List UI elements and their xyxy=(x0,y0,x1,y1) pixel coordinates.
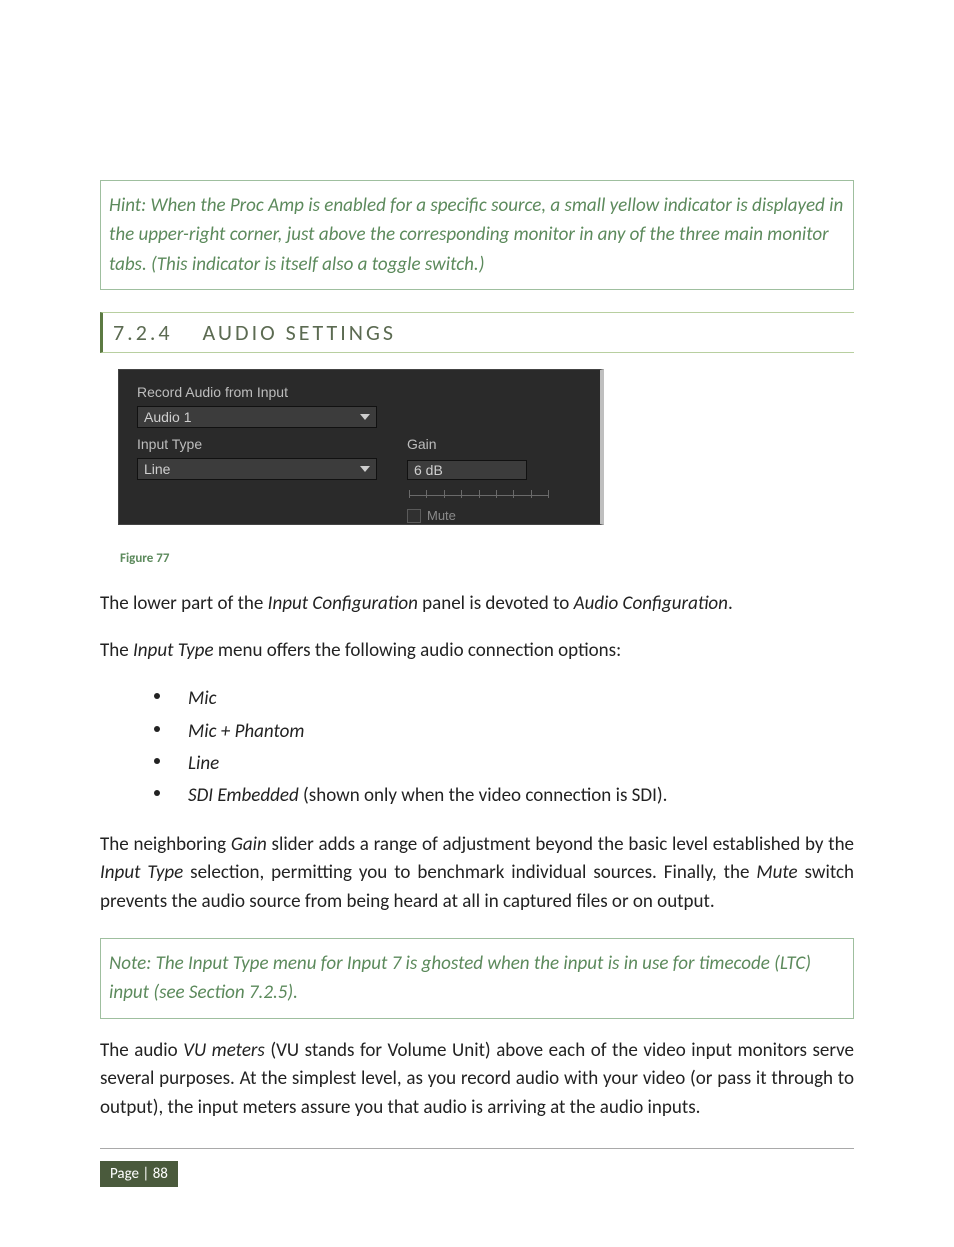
audio-select[interactable]: Audio 1 xyxy=(137,406,377,428)
audio-settings-panel: Record Audio from Input Audio 1 Input Ty… xyxy=(118,369,604,525)
para-vu-meters: The audio VU meters (VU stands for Volum… xyxy=(100,1037,854,1123)
input-type-select[interactable]: Line xyxy=(137,458,377,480)
chevron-down-icon xyxy=(360,466,370,472)
hint-box: Hint: When the Proc Amp is enabled for a… xyxy=(100,180,854,290)
para-input-config: The lower part of the Input Configuratio… xyxy=(100,590,854,619)
section-number: 7.2.4 xyxy=(113,319,173,346)
input-type-label: Input Type xyxy=(137,436,377,452)
input-type-value: Line xyxy=(144,461,170,477)
hint-text: Hint: When the Proc Amp is enabled for a… xyxy=(109,194,843,276)
options-list: Mic Mic + Phantom Line SDI Embedded (sho… xyxy=(100,683,854,812)
gain-value: 6 dB xyxy=(414,462,443,478)
chevron-down-icon xyxy=(360,414,370,420)
list-item: Line xyxy=(100,748,854,780)
panel-title: Record Audio from Input xyxy=(137,384,582,400)
figure-caption: Figure 77 xyxy=(120,551,854,566)
para-input-type: The Input Type menu offers the following… xyxy=(100,637,854,666)
page-number: Page | 88 xyxy=(100,1161,178,1187)
note-text: Note: The Input Type menu for Input 7 is… xyxy=(109,952,811,1004)
list-item: SDI Embedded (shown only when the video … xyxy=(100,780,854,812)
para-gain: The neighboring Gain slider adds a range… xyxy=(100,831,854,917)
list-item: Mic + Phantom xyxy=(100,716,854,748)
slider-ticks xyxy=(409,490,549,504)
mute-label: Mute xyxy=(427,508,456,523)
gain-input[interactable]: 6 dB xyxy=(407,460,527,480)
section-header: 7.2.4 AUDIO SETTINGS xyxy=(100,312,854,353)
audio-select-value: Audio 1 xyxy=(144,409,191,425)
bullet-icon xyxy=(154,790,160,796)
gain-slider[interactable] xyxy=(409,488,549,502)
mute-checkbox[interactable] xyxy=(407,509,421,523)
section-title: AUDIO SETTINGS xyxy=(203,319,396,346)
gain-label: Gain xyxy=(407,436,549,452)
list-item: Mic xyxy=(100,683,854,715)
note-box: Note: The Input Type menu for Input 7 is… xyxy=(100,938,854,1019)
bullet-icon xyxy=(154,758,160,764)
bullet-icon xyxy=(154,726,160,732)
bullet-icon xyxy=(154,693,160,699)
footer-rule xyxy=(100,1148,854,1149)
